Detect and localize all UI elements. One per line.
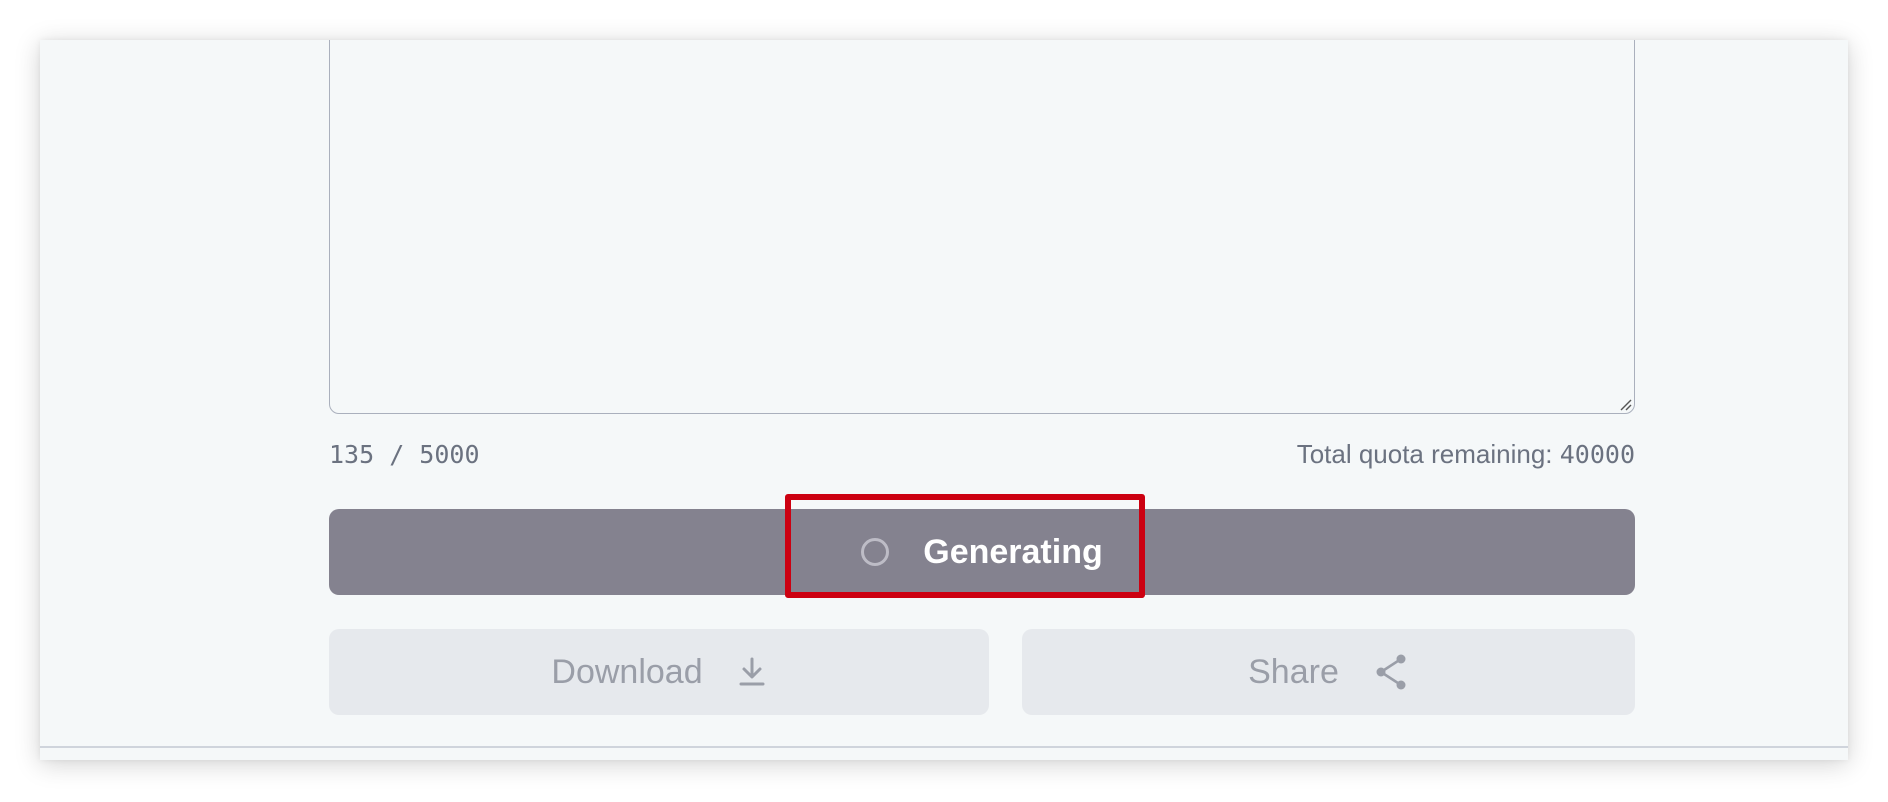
editor-meta-row: 135 / 5000 Total quota remaining: 40000 (329, 437, 1635, 471)
resize-handle-icon[interactable] (1618, 397, 1632, 411)
share-button[interactable]: Share (1022, 629, 1635, 715)
quota-value: 40000 (1559, 439, 1635, 469)
generate-button-label: Generating (923, 532, 1103, 571)
share-button-label: Share (1248, 652, 1339, 691)
generate-button[interactable]: Generating (329, 509, 1635, 595)
download-icon (737, 656, 767, 688)
quota-label: Total quota remaining: (1296, 438, 1560, 469)
character-count: 135 / 5000 (329, 439, 480, 469)
download-button[interactable]: Download (329, 629, 989, 715)
tts-panel: 135 / 5000 Total quota remaining: 40000 … (40, 40, 1848, 760)
download-button-label: Download (551, 652, 703, 691)
panel-divider (40, 746, 1848, 748)
text-input-area[interactable] (329, 40, 1635, 414)
quota-remaining: Total quota remaining: 40000 (1297, 439, 1635, 470)
share-icon (1373, 653, 1409, 691)
loading-spinner-icon (861, 538, 890, 566)
